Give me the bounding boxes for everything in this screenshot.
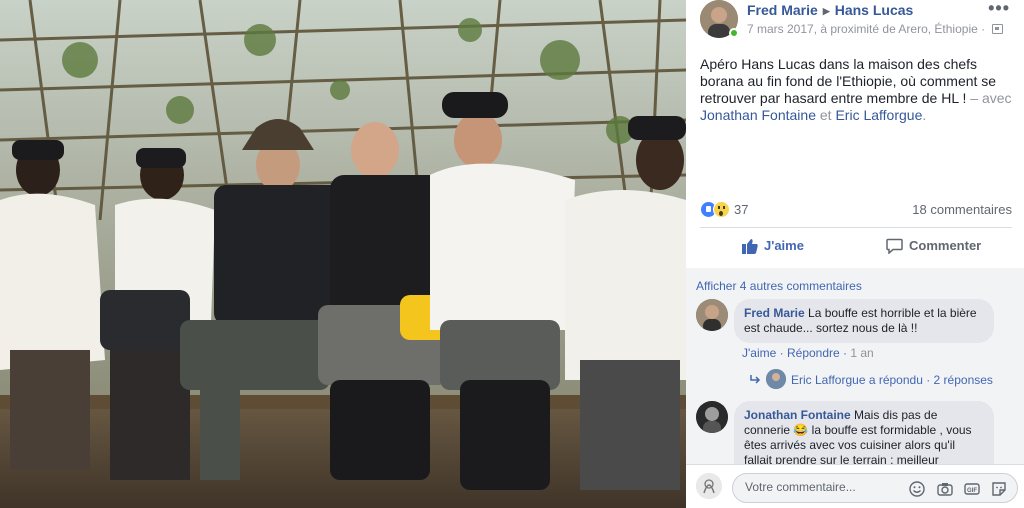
post-author-line: Fred Marie ▶ Hans Lucas [747, 2, 913, 18]
replies-summary[interactable]: Eric Lafforgue a répondu · 2 réponses [791, 373, 993, 387]
comment-time[interactable]: 1 an [850, 346, 873, 360]
photo-illustration [0, 0, 686, 508]
tagged-person-1[interactable]: Jonathan Fontaine [700, 107, 816, 123]
avatar-image [696, 299, 728, 331]
comment-bubble: Jonathan Fontaine Mais dis pas de conner… [734, 401, 994, 464]
post-actions: J'aime Commenter [686, 230, 1024, 264]
avatar-image [696, 401, 728, 433]
ellipsis-icon[interactable]: ••• [988, 0, 1010, 19]
wow-reaction-icon[interactable] [713, 201, 730, 218]
post-header: Fred Marie ▶ Hans Lucas 7 mars 2017, à pro… [686, 0, 1024, 44]
show-more-comments-link[interactable]: Afficher 4 autres commentaires [696, 279, 862, 293]
comment-like-link[interactable]: J'aime [742, 346, 776, 360]
reply-author-text[interactable]: Eric Lafforgue a répondu [791, 373, 923, 387]
comment-button[interactable]: Commenter [909, 238, 981, 253]
with-prefix: – avec [966, 90, 1012, 106]
comment-reply-link[interactable]: Répondre [787, 346, 840, 360]
comments-section: Afficher 4 autres commentaires Fred Mari… [686, 268, 1024, 464]
divider [700, 227, 1012, 228]
avatar-image [766, 369, 786, 389]
comment-author[interactable]: Fred Marie [744, 306, 805, 320]
comment-input[interactable] [745, 480, 895, 494]
comment-actions: J'aime · Répondre · 1 an [742, 346, 874, 360]
reply-avatar[interactable] [766, 369, 786, 389]
smiley-icon[interactable] [909, 481, 925, 497]
post-stats: 37 18 commentaires [700, 200, 1012, 220]
post-caption: Apéro Hans Lucas dans la maison des chef… [700, 56, 1012, 124]
like-button[interactable]: J'aime [764, 238, 804, 253]
comment-bubble: Fred Marie La bouffe est horrible et la … [734, 299, 994, 343]
reaction-count[interactable]: 37 [734, 202, 748, 217]
caption-text: Apéro Hans Lucas dans la maison des chef… [700, 56, 997, 106]
post-date-place[interactable]: 7 mars 2017, à proximité de Arero, Éthio… [747, 22, 978, 36]
post-photo[interactable] [0, 0, 686, 508]
comment-author[interactable]: Jonathan Fontaine [744, 408, 851, 422]
laughing-emoji: 😂 [793, 423, 809, 437]
online-status-dot [729, 28, 739, 38]
triangle-right-icon: ▶ [822, 6, 830, 16]
tagged-person-2[interactable]: Eric Lafforgue [835, 107, 922, 123]
and-word: et [815, 107, 836, 123]
gif-icon[interactable]: GIF [964, 481, 980, 497]
reply-arrow-icon [750, 375, 761, 384]
comment-avatar[interactable] [696, 401, 728, 433]
post-panel: Fred Marie ▶ Hans Lucas 7 mars 2017, à pro… [686, 0, 1024, 508]
caption-end: . [922, 107, 927, 123]
comment-avatar[interactable] [696, 299, 728, 331]
public-icon [992, 24, 1004, 34]
camera-icon[interactable] [937, 481, 953, 497]
target-page-name[interactable]: Hans Lucas [835, 2, 914, 18]
comment-input-wrapper: GIF [732, 473, 1018, 503]
comment-composer: GIF [686, 464, 1024, 508]
sticker-icon[interactable] [991, 481, 1007, 497]
thumbs-up-icon [742, 239, 758, 254]
author-name[interactable]: Fred Marie [747, 2, 818, 18]
avatar-image [696, 473, 722, 499]
post-meta: 7 mars 2017, à proximité de Arero, Éthio… [747, 22, 1004, 36]
photo-viewer: Fred Marie ▶ Hans Lucas 7 mars 2017, à pro… [0, 0, 1024, 508]
reply-count[interactable]: 2 réponses [934, 373, 993, 387]
comment-icon [886, 238, 903, 254]
viewer-avatar[interactable] [696, 473, 722, 499]
comments-count[interactable]: 18 commentaires [912, 202, 1012, 217]
svg-text:GIF: GIF [967, 488, 977, 494]
